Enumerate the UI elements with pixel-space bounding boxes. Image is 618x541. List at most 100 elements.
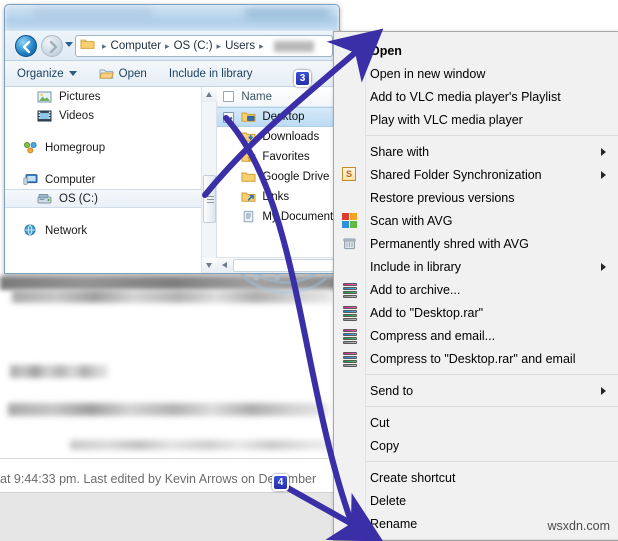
list-item-label: Google Drive [262, 171, 330, 183]
window-controls-blurred[interactable] [245, 9, 330, 19]
scroll-down-icon[interactable] [202, 258, 218, 273]
sidebar-label: Videos [59, 109, 94, 122]
background-blurred-band [0, 276, 345, 290]
list-item-label: Desktop [262, 111, 305, 123]
list-item-links[interactable]: Links [217, 187, 339, 207]
menu-item-label: Restore previous versions [370, 190, 515, 205]
sidebar-label: Network [45, 224, 88, 237]
sidebar-label: Homegroup [45, 141, 106, 154]
menu-item-permanently-shred-with-avg[interactable]: Permanently shred with AVG [334, 232, 618, 255]
list-item-label: My Documents [262, 211, 339, 223]
harddrive-icon [37, 192, 53, 206]
open-button[interactable]: Open [99, 67, 147, 80]
breadcrumb-users[interactable]: Users [225, 40, 255, 52]
breadcrumb-username-blurred[interactable] [273, 40, 314, 52]
column-header-name[interactable]: Name [241, 91, 272, 103]
winrar-icon [342, 282, 358, 298]
explorer-panes: Pictures Videos Homegroup Computer OS (C… [5, 87, 339, 273]
explorer-toolbar: Organize Open Include in library [5, 61, 339, 87]
sidebar-item-videos[interactable]: Videos [5, 106, 216, 125]
menu-item-compress-and-email[interactable]: Compress and email... [334, 324, 618, 347]
back-arrow-icon[interactable] [15, 35, 37, 57]
menu-item-add-to-desktop-rar[interactable]: Add to "Desktop.rar" [334, 301, 618, 324]
forward-arrow-icon[interactable] [41, 35, 63, 57]
scroll-up-icon[interactable] [202, 87, 218, 102]
menu-item-share-with[interactable]: Share with [334, 140, 618, 163]
submenu-arrow-icon [601, 387, 606, 395]
folder-downloads-icon [241, 130, 257, 144]
menu-item-cut[interactable]: Cut [334, 411, 618, 434]
navigation-bar: ▸ Computer ▸ OS (C:) ▸ Users ▸ [5, 31, 339, 61]
menu-item-label: Shared Folder Synchronization [370, 167, 542, 182]
menu-item-label: Rename [370, 516, 418, 531]
list-item-favorites[interactable]: Favorites [217, 147, 339, 167]
menu-item-label: Compress to "Desktop.rar" and email [370, 351, 576, 366]
menu-item-label: Open [370, 43, 402, 58]
folder-favorites-icon [241, 150, 257, 164]
menu-item-restore-previous-versions[interactable]: Restore previous versions [334, 186, 618, 209]
list-item-downloads[interactable]: Downloads [217, 127, 339, 147]
shredder-icon [342, 236, 358, 252]
menu-item-label: Cut [370, 415, 390, 430]
menu-item-shared-folder-synchronization[interactable]: S Shared Folder Synchronization [334, 163, 618, 186]
include-in-library-button[interactable]: Include in library [169, 68, 253, 80]
list-item-my-documents[interactable]: My Documents [217, 207, 339, 227]
sidebar-item-homegroup[interactable]: Homegroup [5, 138, 216, 157]
breadcrumb-os-c[interactable]: OS (C:) [174, 40, 213, 52]
sidebar-item-pictures[interactable]: Pictures [5, 87, 216, 106]
winrar-icon [342, 351, 358, 367]
article-credit-line: at 9:44:33 pm. Last edited by Kevin Arro… [0, 472, 317, 486]
breadcrumb-computer[interactable]: Computer [111, 40, 162, 52]
menu-item-add-to-archive[interactable]: Add to archive... [334, 278, 618, 301]
list-item-google-drive[interactable]: Google Drive [217, 167, 339, 187]
menu-item-create-shortcut[interactable]: Create shortcut [334, 466, 618, 489]
chevron-down-icon[interactable] [65, 42, 73, 47]
sidebar-label: Pictures [59, 90, 101, 103]
sidebar-item-computer[interactable]: Computer [5, 170, 216, 189]
submenu-arrow-icon [601, 148, 606, 156]
scroll-thumb[interactable] [203, 175, 217, 223]
menu-item-play-with-vlc[interactable]: Play with VLC media player [334, 108, 618, 131]
menu-item-label: Add to "Desktop.rar" [370, 305, 484, 320]
row-checkbox[interactable] [223, 111, 235, 123]
submenu-arrow-icon [601, 171, 606, 179]
sync-s-icon: S [342, 167, 358, 183]
list-item-desktop[interactable]: Desktop [217, 107, 339, 127]
winrar-icon [342, 328, 358, 344]
open-label: Open [118, 67, 147, 80]
sidebar-item-network[interactable]: Network [5, 221, 216, 240]
menu-item-label: Copy [370, 438, 400, 453]
select-all-checkbox[interactable] [223, 91, 235, 102]
address-bar[interactable]: ▸ Computer ▸ OS (C:) ▸ Users ▸ [75, 35, 333, 57]
menu-item-label: Permanently shred with AVG [370, 236, 529, 251]
column-header-row: Name [217, 87, 339, 107]
explorer-window: ▸ Computer ▸ OS (C:) ▸ Users ▸ Organize … [4, 4, 340, 274]
sidebar-item-os-c[interactable]: OS (C:) [5, 189, 217, 208]
hscroll-track[interactable] [233, 259, 338, 272]
menu-top-pad [334, 32, 618, 39]
tree-scrollbar[interactable] [201, 87, 218, 273]
scroll-left-icon[interactable] [217, 258, 232, 273]
organize-button[interactable]: Organize [17, 68, 77, 80]
menu-item-include-in-library[interactable]: Include in library [334, 255, 618, 278]
menu-item-compress-to-desktop-rar-and-email[interactable]: Compress to "Desktop.rar" and email [334, 347, 618, 370]
menu-item-add-to-vlc-playlist[interactable]: Add to VLC media player's Playlist [334, 85, 618, 108]
context-menu: Open Open in new window Add to VLC media… [333, 31, 618, 541]
menu-item-send-to[interactable]: Send to [334, 379, 618, 402]
organize-label: Organize [17, 67, 64, 80]
menu-item-label: Open in new window [370, 66, 486, 81]
computer-icon [23, 173, 39, 187]
menu-item-delete[interactable]: Delete [334, 489, 618, 512]
horizontal-scrollbar[interactable] [217, 257, 339, 273]
sidebar-label: Computer [45, 173, 96, 186]
menu-item-open-in-new-window[interactable]: Open in new window [334, 62, 618, 85]
menu-item-label: Include in library [370, 259, 462, 274]
menu-item-open[interactable]: Open [334, 39, 618, 62]
avg-icon [342, 213, 358, 229]
menu-item-scan-with-avg[interactable]: Scan with AVG [334, 209, 618, 232]
menu-separator [334, 135, 618, 136]
menu-item-copy[interactable]: Copy [334, 434, 618, 457]
pictures-icon [37, 90, 53, 104]
